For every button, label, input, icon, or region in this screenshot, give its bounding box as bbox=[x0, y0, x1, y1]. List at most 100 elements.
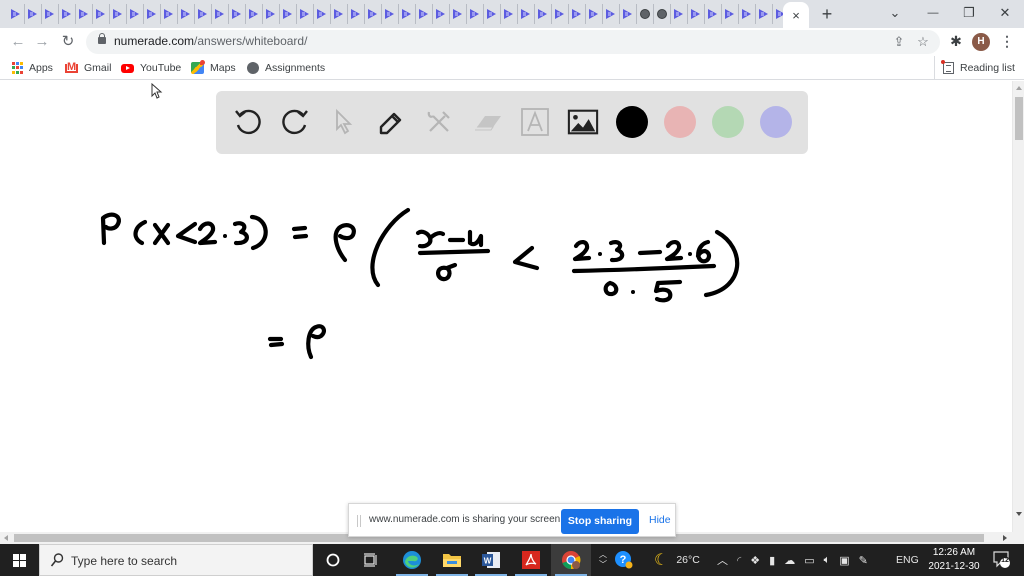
bookmark-gmail[interactable]: Gmail bbox=[65, 60, 111, 76]
wifi-icon[interactable]: ◜ bbox=[737, 554, 741, 567]
language-indicator[interactable]: ENG bbox=[896, 544, 919, 576]
restore-button[interactable]: ❐ bbox=[954, 2, 984, 24]
share-icon[interactable]: ⇪ bbox=[890, 33, 908, 51]
vertical-scrollbar[interactable] bbox=[1012, 81, 1024, 532]
forward-button[interactable]: → bbox=[32, 32, 52, 52]
vertical-scroll-thumb[interactable] bbox=[1015, 97, 1023, 140]
browser-tab[interactable] bbox=[25, 4, 42, 24]
browser-tab[interactable] bbox=[280, 4, 297, 24]
bookmark-maps[interactable]: Maps bbox=[191, 60, 236, 76]
browser-tab[interactable] bbox=[535, 4, 552, 24]
browser-tab[interactable] bbox=[552, 4, 569, 24]
url-text[interactable]: numerade.com/answers/whiteboard/ bbox=[114, 34, 307, 48]
browser-tab[interactable] bbox=[297, 4, 314, 24]
whiteboard-canvas[interactable] bbox=[0, 160, 1012, 520]
browser-tab[interactable] bbox=[705, 4, 722, 24]
hide-banner-button[interactable]: Hide bbox=[649, 514, 671, 526]
browser-tab[interactable] bbox=[263, 4, 280, 24]
pen-tool-button[interactable] bbox=[373, 104, 409, 140]
text-tool-button[interactable] bbox=[517, 104, 553, 140]
show-hidden-icons-icon[interactable]: ︿ bbox=[717, 552, 728, 568]
new-tab-button[interactable]: + bbox=[818, 4, 836, 24]
browser-tab[interactable] bbox=[433, 4, 450, 24]
weather-widget[interactable]: ☾ 26°C bbox=[654, 544, 700, 576]
close-tab-icon[interactable]: × bbox=[792, 8, 800, 23]
browser-tab[interactable] bbox=[739, 4, 756, 24]
eraser-tool-button[interactable] bbox=[469, 104, 505, 140]
browser-tab[interactable] bbox=[178, 4, 195, 24]
browser-tab[interactable] bbox=[42, 4, 59, 24]
minimize-button[interactable]: — bbox=[918, 2, 948, 24]
cloud-icon[interactable]: ☁ bbox=[784, 554, 795, 567]
reading-list-button[interactable]: Reading list bbox=[934, 56, 1015, 80]
browser-tab[interactable] bbox=[127, 4, 144, 24]
browser-tab[interactable] bbox=[110, 4, 127, 24]
task-view-button[interactable] bbox=[351, 544, 391, 576]
undo-button[interactable] bbox=[230, 104, 266, 140]
scroll-left-arrow-icon[interactable] bbox=[4, 535, 8, 541]
taskbar-word[interactable]: W bbox=[471, 544, 511, 576]
cortana-button[interactable] bbox=[313, 544, 353, 576]
redo-button[interactable] bbox=[277, 104, 313, 140]
scroll-down-arrow-icon[interactable] bbox=[1016, 512, 1022, 516]
shapes-tool-button[interactable] bbox=[421, 104, 457, 140]
color-swatch-black[interactable] bbox=[616, 106, 648, 138]
browser-tab[interactable] bbox=[416, 4, 433, 24]
browser-tab[interactable] bbox=[144, 4, 161, 24]
browser-tab[interactable] bbox=[399, 4, 416, 24]
notification-center-button[interactable]: 12 bbox=[992, 550, 1010, 568]
browser-tab[interactable] bbox=[59, 4, 76, 24]
browser-tab[interactable] bbox=[722, 4, 739, 24]
browser-tab[interactable] bbox=[688, 4, 705, 24]
browser-tab[interactable] bbox=[93, 4, 110, 24]
browser-tab[interactable] bbox=[484, 4, 501, 24]
browser-tab[interactable] bbox=[637, 4, 654, 24]
bookmark-assignments[interactable]: Assignments bbox=[247, 60, 325, 76]
scroll-up-arrow-icon[interactable] bbox=[1016, 86, 1022, 90]
taskbar-file-explorer[interactable] bbox=[432, 544, 472, 576]
volume-icon[interactable]: 🔈︎ bbox=[824, 554, 831, 567]
browser-tab[interactable] bbox=[76, 4, 93, 24]
browser-tab[interactable] bbox=[212, 4, 229, 24]
battery-icon[interactable]: ▭ bbox=[804, 554, 814, 567]
bookmark-apps[interactable]: Apps bbox=[12, 60, 53, 76]
active-tab[interactable]: × bbox=[783, 2, 809, 28]
color-swatch-blue[interactable] bbox=[760, 106, 792, 138]
browser-tab[interactable] bbox=[195, 4, 212, 24]
extensions-puzzle-icon[interactable]: ✱ bbox=[947, 32, 965, 50]
browser-tab[interactable] bbox=[603, 4, 620, 24]
image-tool-button[interactable] bbox=[565, 104, 601, 140]
browser-tab[interactable] bbox=[518, 4, 535, 24]
bookmark-youtube[interactable]: YouTube bbox=[121, 60, 181, 76]
browser-tab[interactable] bbox=[586, 4, 603, 24]
taskbar-help[interactable]: ? bbox=[604, 544, 644, 576]
start-button[interactable] bbox=[0, 544, 39, 576]
color-swatch-pink[interactable] bbox=[664, 106, 696, 138]
browser-tab[interactable] bbox=[8, 4, 25, 24]
lock-icon[interactable] bbox=[98, 33, 106, 44]
bookmark-star-icon[interactable]: ☆ bbox=[914, 33, 932, 51]
meet-now-icon[interactable]: ▣ bbox=[839, 554, 849, 567]
usb-drive-icon[interactable]: ▮ bbox=[769, 554, 775, 567]
chrome-menu-icon[interactable]: ⋮ bbox=[1000, 32, 1014, 50]
browser-tab[interactable] bbox=[756, 4, 773, 24]
dropbox-icon[interactable]: ❖ bbox=[750, 554, 760, 567]
taskbar-search-box[interactable]: Type here to search bbox=[39, 544, 313, 576]
taskbar-edge[interactable] bbox=[392, 544, 432, 576]
stop-sharing-button[interactable]: Stop sharing bbox=[561, 509, 639, 534]
drag-handle-icon[interactable] bbox=[357, 515, 361, 527]
browser-tab[interactable] bbox=[569, 4, 586, 24]
browser-tab[interactable] bbox=[671, 4, 688, 24]
tab-search-button[interactable]: ⌄ bbox=[880, 2, 910, 24]
browser-tab[interactable] bbox=[382, 4, 399, 24]
browser-tab[interactable] bbox=[348, 4, 365, 24]
taskbar-chrome[interactable] bbox=[551, 544, 591, 576]
browser-tab[interactable] bbox=[467, 4, 484, 24]
browser-tab[interactable] bbox=[450, 4, 467, 24]
browser-tab[interactable] bbox=[501, 4, 518, 24]
browser-tab[interactable] bbox=[161, 4, 178, 24]
close-window-button[interactable]: ✕ bbox=[990, 2, 1020, 24]
select-tool-button[interactable] bbox=[325, 104, 361, 140]
color-swatch-green[interactable] bbox=[712, 106, 744, 138]
browser-tab[interactable] bbox=[331, 4, 348, 24]
